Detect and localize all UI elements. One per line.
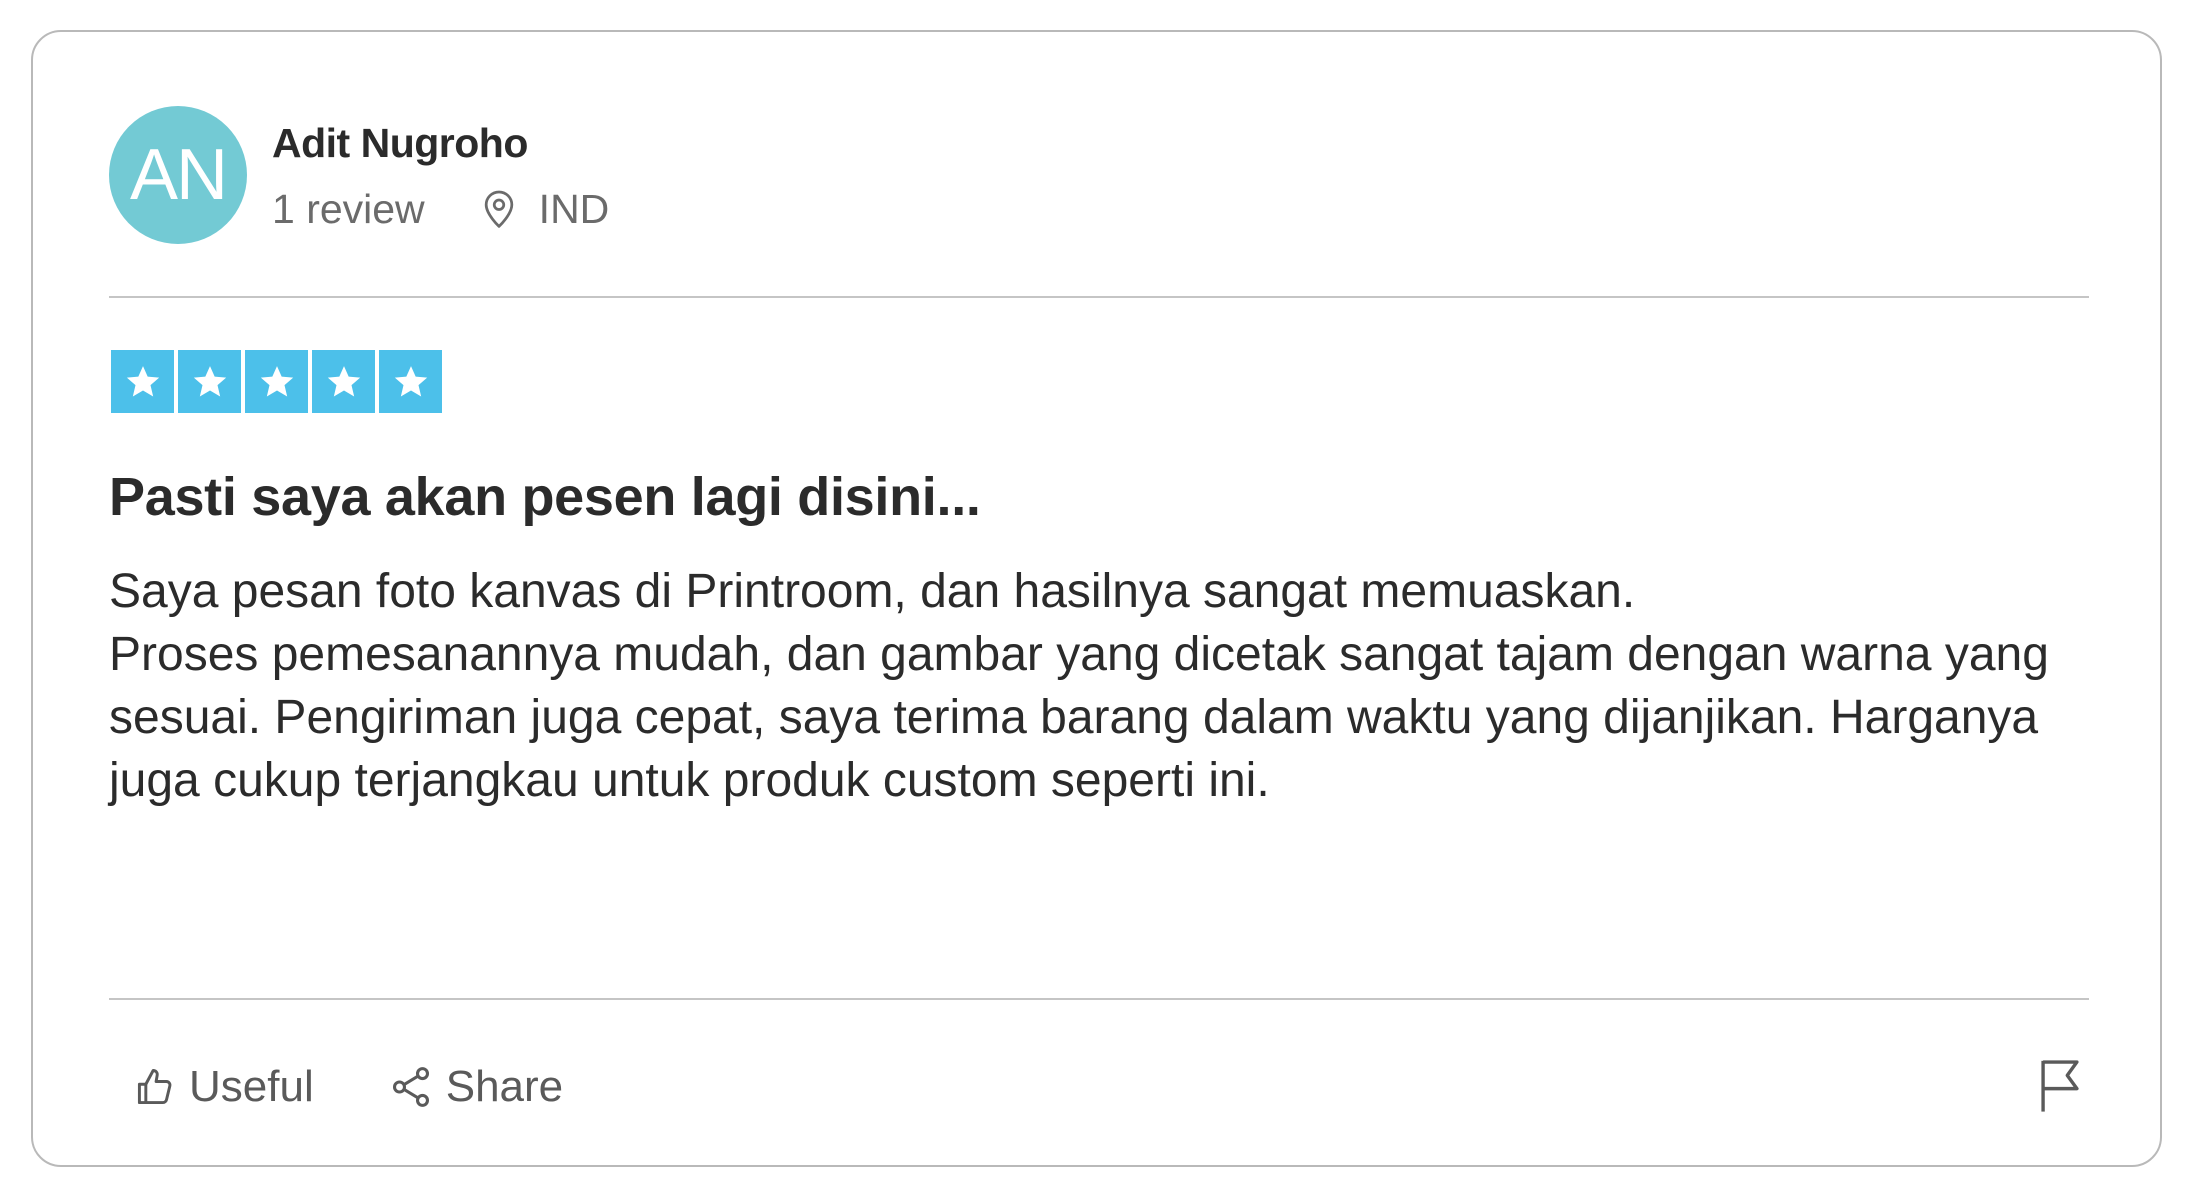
reviewer-header: AN Adit Nugroho 1 review IND: [109, 106, 609, 244]
star-icon: [178, 350, 241, 413]
useful-label: Useful: [189, 1062, 314, 1111]
report-button[interactable]: [2035, 1056, 2085, 1114]
reviewer-name[interactable]: Adit Nugroho: [272, 118, 609, 168]
thumbs-up-icon: [137, 1069, 172, 1105]
reviewer-location: IND: [538, 185, 610, 232]
avatar[interactable]: AN: [109, 106, 247, 244]
review-count: 1 review: [272, 185, 425, 232]
star-icon: [379, 350, 442, 413]
review-body-line: Proses pemesanannya mudah, dan gambar ya…: [109, 628, 2049, 807]
star-icon: [111, 350, 174, 413]
divider: [109, 296, 2089, 298]
flag-icon: [2041, 1060, 2079, 1112]
reviewer-info: Adit Nugroho 1 review IND: [272, 118, 609, 233]
review-body-line: Saya pesan foto kanvas di Printroom, dan…: [109, 565, 1636, 618]
review-title: Pasti saya akan pesen lagi disini...: [109, 467, 981, 527]
review-actions: Useful Share: [133, 1062, 563, 1112]
star-icon: [245, 350, 308, 413]
divider: [109, 998, 2089, 1000]
location-pin-icon: [477, 187, 521, 231]
review-body: Saya pesan foto kanvas di Printroom, dan…: [109, 560, 2099, 812]
share-icon: [392, 1067, 429, 1107]
share-button[interactable]: Share: [388, 1062, 563, 1112]
reviewer-meta: 1 review IND: [272, 186, 609, 233]
share-label: Share: [445, 1062, 564, 1111]
useful-button[interactable]: Useful: [133, 1062, 314, 1112]
star-rating: [111, 350, 442, 413]
star-icon: [312, 350, 375, 413]
review-card: AN Adit Nugroho 1 review IND Pasti saya …: [31, 30, 2162, 1167]
